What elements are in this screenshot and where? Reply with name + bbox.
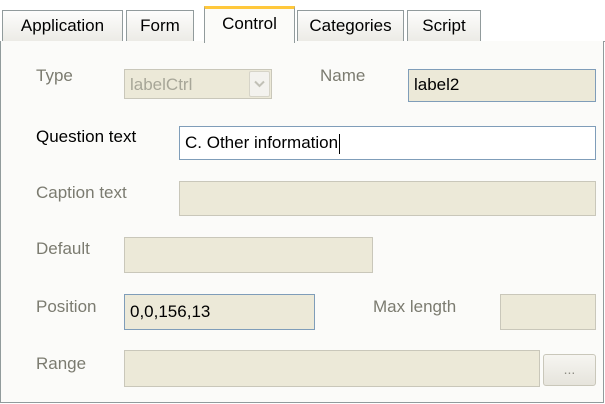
text-cursor [339, 133, 341, 154]
tab-script[interactable]: Script [407, 10, 481, 41]
question-text-value: C. Other information [185, 133, 339, 152]
type-combobox: labelCtrl [124, 69, 272, 99]
name-field: label2 [408, 69, 596, 102]
tab-strip: Application Form Control Categories Scri… [0, 0, 605, 43]
range-input [124, 350, 540, 387]
type-value: labelCtrl [130, 75, 193, 94]
type-label: Type [36, 66, 73, 85]
name-label: Name [320, 66, 366, 85]
position-label: Position [36, 297, 97, 316]
question-text-input[interactable]: C. Other information [179, 126, 596, 160]
tab-categories[interactable]: Categories [297, 10, 404, 41]
tab-control[interactable]: Control [204, 6, 295, 43]
range-browse-button: ... [543, 354, 596, 386]
question-text-label: Question text [36, 127, 137, 146]
caption-text-input [179, 181, 596, 216]
caption-text-label: Caption text [36, 183, 127, 202]
range-label: Range [36, 354, 87, 373]
type-dropdown-button [249, 71, 270, 97]
position-field: 0,0,156,13 [124, 294, 315, 330]
max-length-label: Max length [373, 297, 457, 316]
chevron-down-icon [254, 80, 265, 88]
tab-application[interactable]: Application [2, 10, 123, 41]
tab-form[interactable]: Form [126, 10, 194, 41]
max-length-input [500, 294, 596, 330]
default-label: Default [36, 239, 90, 258]
default-input [124, 237, 373, 273]
